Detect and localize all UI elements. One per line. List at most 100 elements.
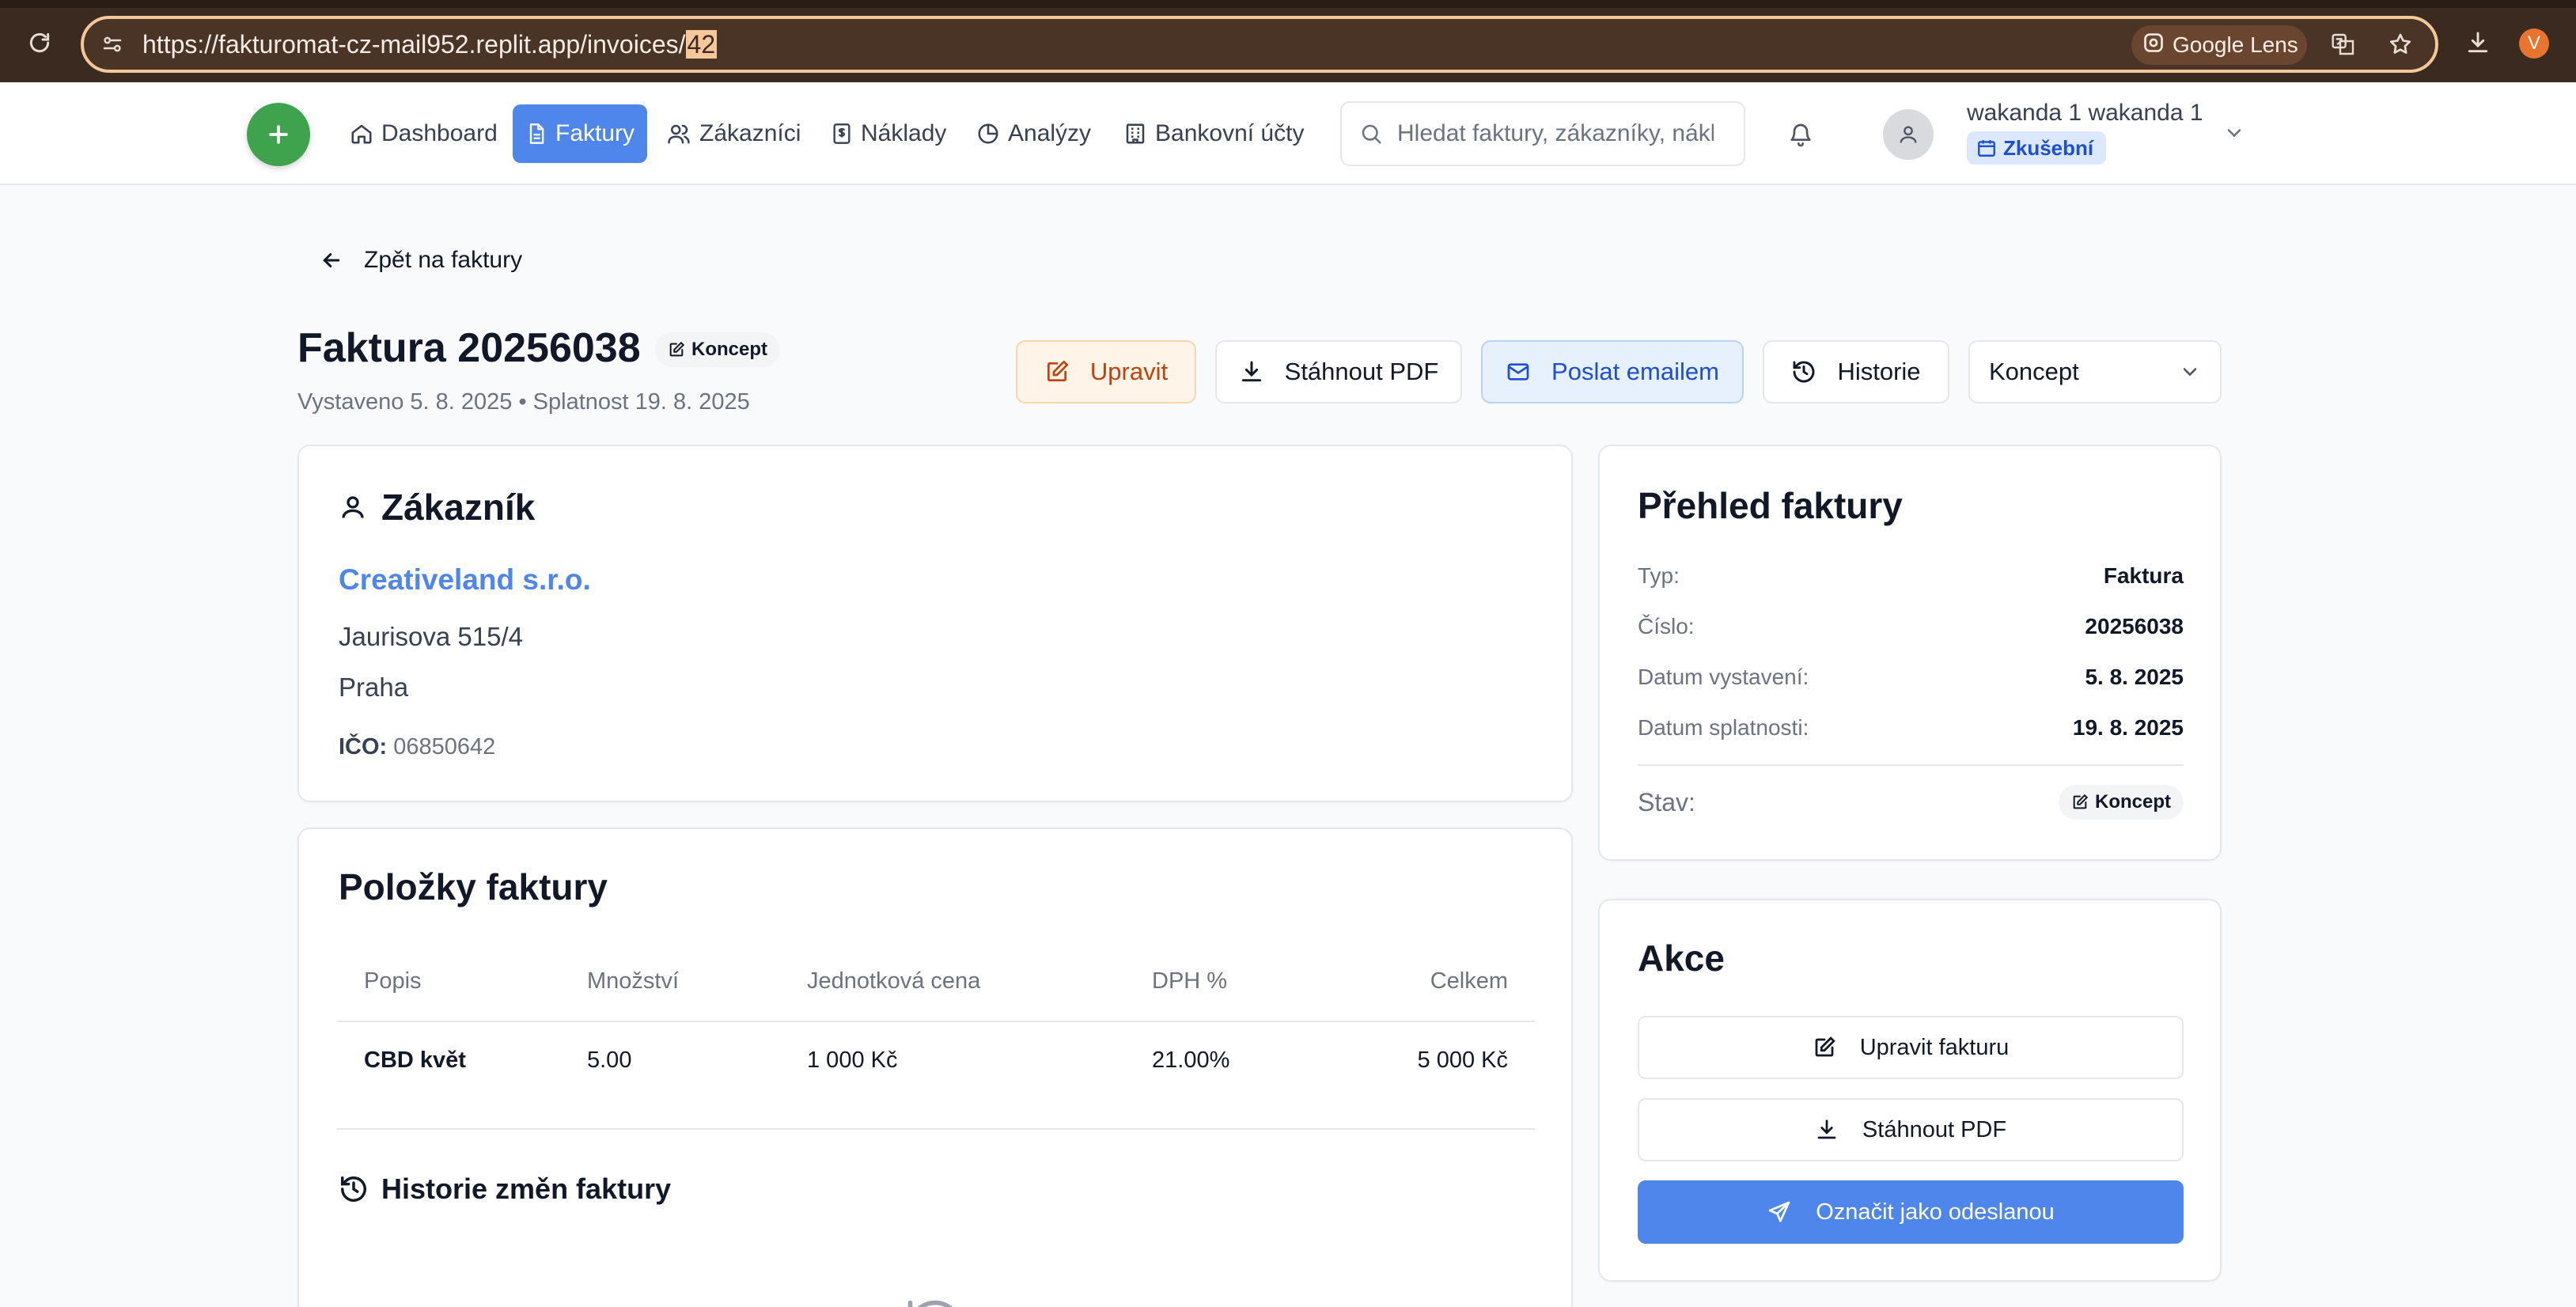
search-input[interactable]: [1397, 120, 1714, 147]
ico-value: 06850642: [393, 734, 496, 760]
user-menu-chevron-down-icon[interactable]: [2220, 119, 2248, 147]
nav-dashboard[interactable]: Dashboard: [337, 104, 510, 163]
nav-analyzy-label: Analýzy: [1008, 120, 1092, 146]
item-vat: 21.00%: [1152, 1047, 1230, 1073]
download-pdf-action-button[interactable]: Stáhnout PDF: [1638, 1098, 2184, 1161]
address-bar[interactable]: https://fakturomat-cz-mail952.replit.app…: [81, 16, 2438, 73]
send-email-label: Poslat emailem: [1551, 358, 1719, 385]
nav-bankovni-ucty[interactable]: Bankovní účty: [1111, 104, 1316, 163]
browser-toolbar: https://fakturomat-cz-mail952.replit.app…: [0, 0, 2576, 82]
customer-street: Jaurisova 515/4: [339, 622, 523, 651]
user-avatar[interactable]: [1883, 109, 1934, 160]
mark-as-sent-button[interactable]: Označit jako odeslanou: [1638, 1180, 2184, 1244]
send-email-button[interactable]: Poslat emailem: [1481, 340, 1744, 403]
download-icon[interactable]: [2460, 25, 2495, 60]
calendar-icon: [1978, 140, 1995, 157]
download-pdf-action-label: Stáhnout PDF: [1862, 1116, 2007, 1142]
plan-badge-label: Zkušební: [2003, 135, 2094, 160]
history-label: Historie: [1837, 358, 1921, 385]
profile-initial: V: [2527, 32, 2540, 54]
url-selected-part: 42: [685, 30, 718, 59]
create-new-button[interactable]: [247, 103, 310, 166]
plan-badge: Zkušební: [1967, 131, 2107, 165]
notifications-bell-icon[interactable]: [1783, 117, 1818, 152]
nav-dashboard-label: Dashboard: [381, 120, 498, 146]
arrow-left-icon: [323, 253, 340, 267]
download-icon: [1817, 1119, 1836, 1139]
overview-issue-date-value: 5. 8. 2025: [2085, 665, 2184, 689]
back-link-label: Zpět na faktury: [364, 247, 523, 273]
overview-type-label: Typ:: [1638, 563, 1680, 588]
item-unit-price: 1 000 Kč: [807, 1047, 898, 1073]
column-header-popis: Popis: [364, 968, 422, 994]
send-icon: [1768, 1201, 1790, 1222]
nav-bankovni-ucty-label: Bankovní účty: [1155, 120, 1305, 146]
mark-as-sent-label: Označit jako odeslanou: [1816, 1199, 2055, 1225]
overview-due-date-label: Datum splatnosti:: [1638, 715, 1809, 740]
item-quantity: 5.00: [587, 1047, 632, 1073]
chevron-down-icon: [2183, 368, 2197, 377]
history-icon: [1793, 361, 1815, 383]
column-header-jednotkova-cena: Jednotková cena: [807, 968, 981, 994]
invoice-dates: Vystaveno 5. 8. 2025 • Splatnost 19. 8. …: [297, 389, 750, 415]
receipt-icon: [833, 123, 850, 144]
customer-heading: Zákazník: [339, 486, 535, 528]
edit-invoice-button[interactable]: Upravit fakturu: [1638, 1016, 2184, 1079]
download-pdf-label: Stáhnout PDF: [1284, 358, 1439, 385]
page-title: Faktura 20256038: [297, 325, 641, 371]
overview-row-number: Číslo: 20256038: [1638, 614, 2184, 639]
invoice-items-card: Položky faktury Popis Množství Jednotkov…: [297, 828, 1573, 1307]
table-bottom-divider: [337, 1128, 1535, 1130]
overview-divider: [1638, 764, 2184, 766]
download-pdf-button[interactable]: Stáhnout PDF: [1215, 340, 1462, 403]
history-icon: [341, 1176, 366, 1202]
overview-type-value: Faktura: [2103, 563, 2184, 588]
overview-row-type: Typ: Faktura: [1638, 563, 2184, 589]
items-heading: Položky faktury: [339, 866, 608, 907]
url-text[interactable]: https://fakturomat-cz-mail952.replit.app…: [142, 30, 718, 59]
customer-city: Praha: [339, 672, 409, 702]
actions-heading: Akce: [1638, 938, 1725, 979]
column-header-mnozstvi: Množství: [587, 968, 680, 994]
overview-status-label: Stav:: [1638, 787, 1695, 816]
overview-status-badge: Koncept: [2059, 785, 2184, 820]
status-badge-label: Koncept: [691, 339, 767, 360]
search-icon: [1362, 124, 1381, 144]
column-header-celkem: Celkem: [1430, 968, 1508, 994]
bookmark-star-icon[interactable]: [2385, 28, 2416, 60]
site-settings-icon[interactable]: [98, 30, 127, 59]
translate-icon[interactable]: [2328, 28, 2359, 60]
global-search[interactable]: [1340, 101, 1745, 166]
nav-naklady-label: Náklady: [861, 120, 947, 146]
status-badge: Koncept: [655, 332, 780, 367]
item-total: 5 000 Kč: [1417, 1047, 1508, 1073]
status-select[interactable]: Koncept: [1968, 340, 2222, 403]
reload-icon[interactable]: [22, 25, 57, 60]
document-icon: [529, 123, 544, 144]
home-icon: [351, 124, 372, 144]
nav-zakaznici[interactable]: Zákazníci: [653, 104, 813, 163]
user-name[interactable]: wakanda 1 wakanda 1: [1967, 100, 2203, 127]
nav-analyzy[interactable]: Analýzy: [964, 104, 1104, 163]
back-to-invoices-link[interactable]: Zpět na faktury: [320, 247, 522, 274]
nav-faktury-label: Faktury: [555, 120, 635, 146]
plus-icon: [269, 125, 288, 144]
edit-icon: [669, 341, 685, 357]
overview-row-due-date: Datum splatnosti: 19. 8. 2025: [1638, 715, 2184, 741]
overview-status-value: Koncept: [2095, 791, 2171, 813]
status-select-value: Koncept: [1989, 358, 2079, 385]
profile-avatar[interactable]: V: [2519, 28, 2549, 59]
google-lens-button[interactable]: Google Lens: [2131, 25, 2307, 65]
edit-button[interactable]: Upravit: [1016, 340, 1196, 403]
nav-naklady[interactable]: Náklady: [818, 104, 959, 163]
history-button[interactable]: Historie: [1763, 340, 1949, 403]
nav-faktury[interactable]: Faktury: [513, 104, 648, 163]
overview-number-label: Číslo:: [1638, 614, 1695, 638]
edit-invoice-label: Upravit fakturu: [1859, 1034, 2010, 1060]
customer-name-link[interactable]: Creativeland s.r.o.: [339, 563, 591, 597]
item-description: CBD květ: [364, 1047, 466, 1073]
ico-label: IČO:: [339, 734, 388, 760]
url-prefix: https://fakturomat-cz-mail952.replit.app…: [142, 30, 686, 59]
lens-icon: [2142, 32, 2165, 59]
user-icon: [342, 496, 364, 518]
